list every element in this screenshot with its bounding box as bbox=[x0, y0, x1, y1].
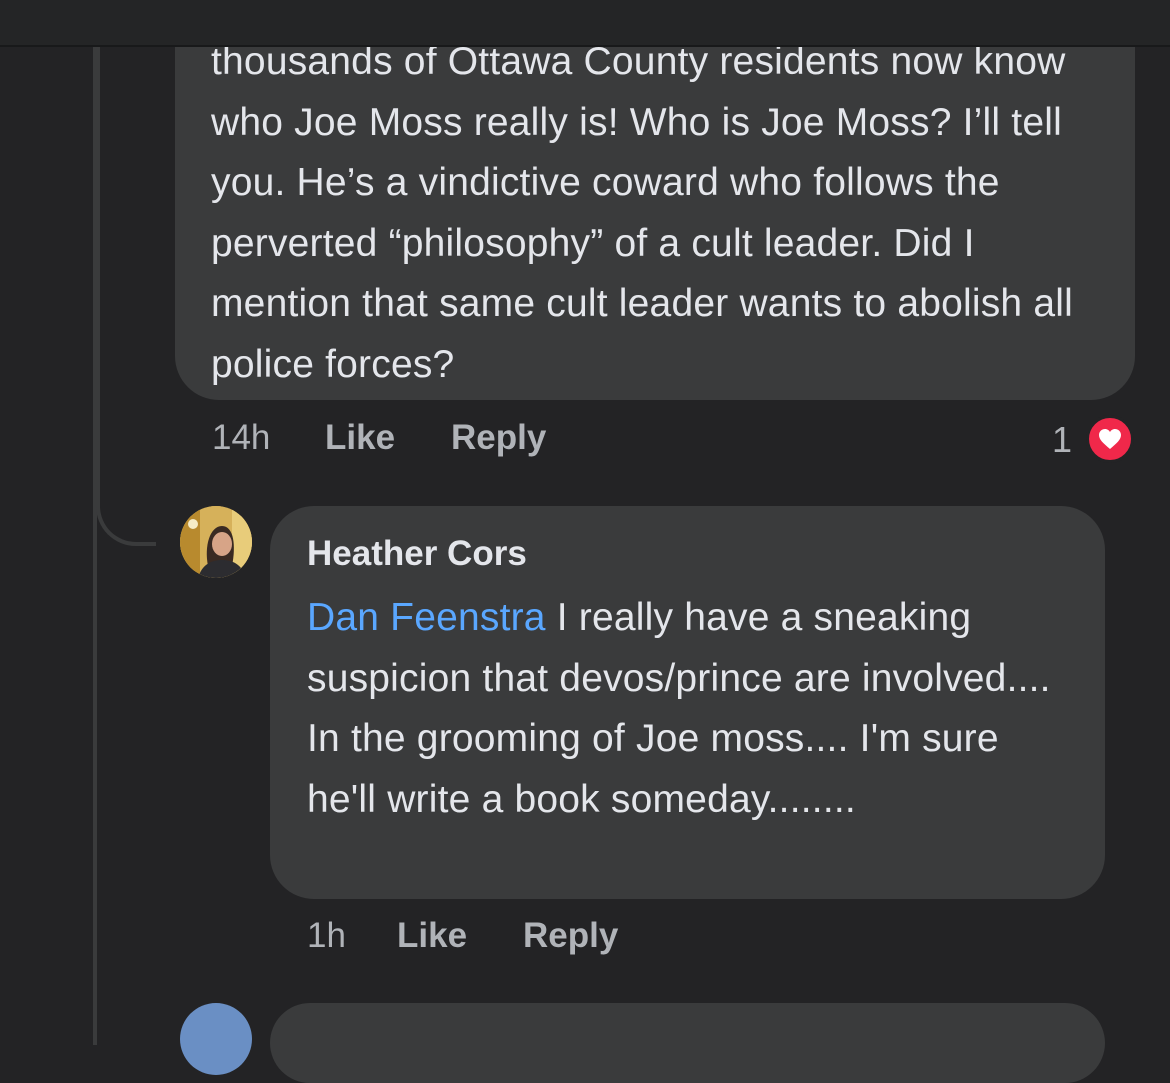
avatar[interactable] bbox=[180, 506, 252, 578]
reply-timestamp: 1h bbox=[307, 916, 346, 955]
comment-timestamp: 14h bbox=[212, 418, 271, 457]
heart-icon bbox=[1086, 415, 1134, 463]
avatar[interactable] bbox=[180, 1003, 252, 1075]
reply-bubble: Heather Cors Dan Feenstra I really have … bbox=[270, 506, 1105, 899]
comment-bubble bbox=[270, 1003, 1105, 1083]
reply-button[interactable]: Reply bbox=[451, 418, 546, 458]
mention-link[interactable]: Dan Feenstra bbox=[307, 596, 546, 639]
like-button[interactable]: Like bbox=[397, 916, 467, 956]
reply-thread-line bbox=[96, 45, 100, 495]
comment-text: thousands of Ottawa County residents now… bbox=[211, 40, 1073, 386]
reply-text: Dan Feenstra I really have a sneaking su… bbox=[307, 588, 1075, 830]
like-button[interactable]: Like bbox=[325, 418, 395, 458]
reply-actions: 1h Like Reply bbox=[307, 916, 707, 960]
reaction-count: 1 bbox=[1052, 419, 1073, 460]
top-bar bbox=[0, 0, 1170, 47]
reply-connector bbox=[96, 470, 156, 546]
author-name[interactable]: Heather Cors bbox=[307, 532, 1075, 576]
reply-button[interactable]: Reply bbox=[523, 916, 618, 956]
comment-bubble: thousands of Ottawa County residents now… bbox=[175, 0, 1135, 400]
comment-actions: 14h Like Reply bbox=[212, 418, 612, 462]
